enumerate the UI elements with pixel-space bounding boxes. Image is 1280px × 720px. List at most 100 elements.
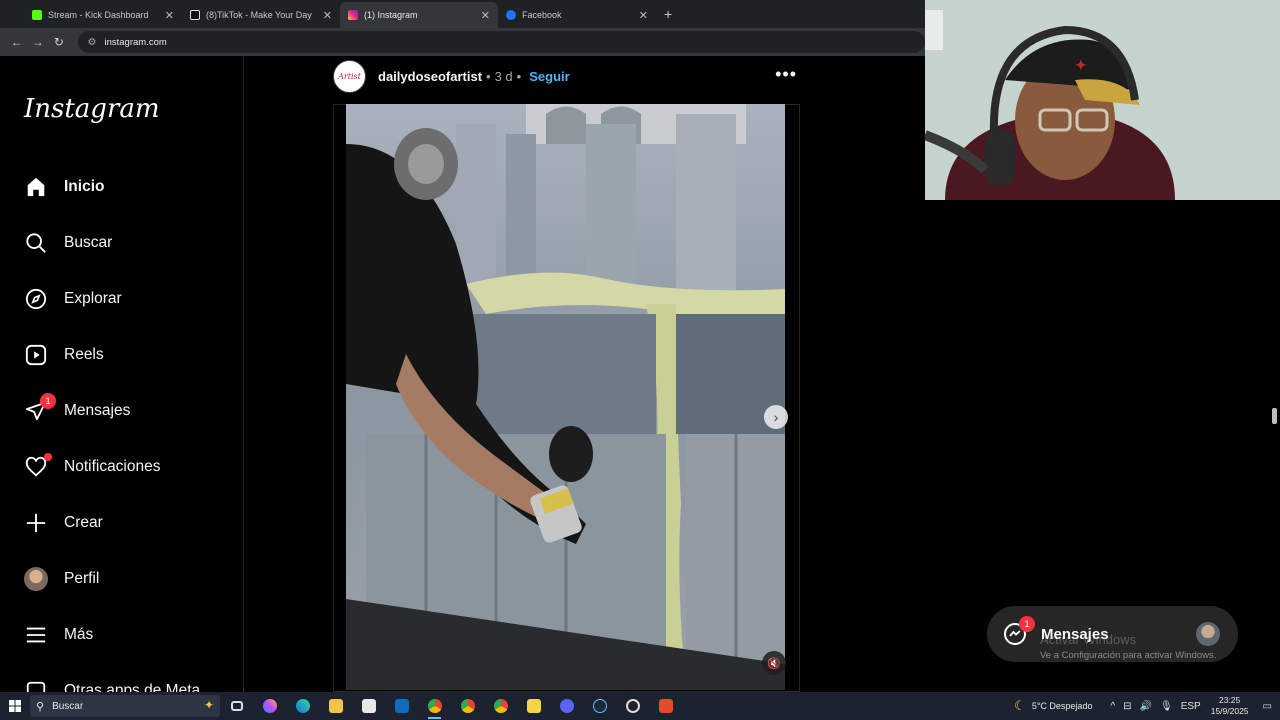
heart-icon xyxy=(24,453,52,479)
svg-text:✦: ✦ xyxy=(1075,57,1087,73)
close-tab-icon[interactable]: ✕ xyxy=(481,9,490,22)
address-bar[interactable]: ⚙ instagram.com xyxy=(77,31,925,53)
search-icon xyxy=(24,231,48,255)
microphone-icon[interactable]: 🎙 xyxy=(1160,701,1173,712)
sidebar-item-explorar[interactable]: Explorar xyxy=(24,284,122,314)
file-explorer-icon[interactable] xyxy=(319,692,352,720)
post-time: 3 d xyxy=(494,68,513,84)
tab-title: (8)TikTok - Make Your Day xyxy=(206,10,312,20)
browser-toolbar: ← → ↻ ⚙ instagram.com xyxy=(0,28,925,56)
taskbar-search-input[interactable]: ⚲ Buscar ✦ xyxy=(30,695,220,717)
watermark-subtitle: Ve a Configuración para activar Windows. xyxy=(1040,650,1217,661)
profile-avatar xyxy=(24,567,48,591)
sidebar-item-inicio[interactable]: Inicio xyxy=(24,172,104,202)
windows-activation-watermark: Activar Windows Ve a Configuración para … xyxy=(1040,632,1240,661)
language-indicator[interactable]: ESP xyxy=(1181,701,1201,712)
tab-tiktok[interactable]: (8)TikTok - Make Your Day ✕ xyxy=(182,2,340,28)
tab-title: Stream - Kick Dashboard xyxy=(48,10,149,20)
kick-favicon-icon xyxy=(32,10,42,20)
reload-icon[interactable]: ↻ xyxy=(48,35,69,49)
close-tab-icon[interactable]: ✕ xyxy=(639,9,648,22)
sidebar-item-notificaciones[interactable]: Notificaciones xyxy=(24,452,161,482)
new-tab-button[interactable]: + xyxy=(656,6,672,28)
plus-icon xyxy=(24,511,48,535)
site-info-icon[interactable]: ⚙ xyxy=(88,37,97,48)
notification-badge: 1 xyxy=(40,393,56,409)
muted-audio-icon[interactable]: 🔇 xyxy=(762,651,786,675)
sidebar-item-meta-apps[interactable]: Otras apps de Meta xyxy=(24,676,200,692)
facebook-favicon-icon xyxy=(506,10,516,20)
chrome-icon-3[interactable] xyxy=(484,692,517,720)
sidebar-item-crear[interactable]: Crear xyxy=(24,508,103,538)
reels-icon xyxy=(24,343,48,367)
post-username[interactable]: dailydoseofartist xyxy=(378,69,482,84)
clock[interactable]: 23:25 15/9/2025 xyxy=(1211,695,1249,717)
sidebar-item-mas[interactable]: Más xyxy=(24,620,93,650)
discord-icon[interactable] xyxy=(550,692,583,720)
sidebar-item-label: Más xyxy=(64,626,94,643)
post-video[interactable] xyxy=(346,104,785,690)
weather-widget[interactable]: ☾ 5°C Despejado xyxy=(1014,698,1092,714)
follow-button[interactable]: Seguir xyxy=(529,69,569,84)
sidebar-item-label: Perfil xyxy=(64,570,100,587)
copilot-sparkle-icon[interactable]: ✦ xyxy=(204,698,214,712)
sidebar-item-mensajes[interactable]: 1 Mensajes xyxy=(24,393,130,426)
home-icon xyxy=(24,175,48,199)
instagram-logo[interactable]: Instagram xyxy=(24,94,160,124)
sidebar-item-perfil[interactable]: Perfil xyxy=(24,564,99,594)
forward-arrow-icon[interactable]: → xyxy=(27,35,48,49)
separator-dot: • xyxy=(486,68,491,84)
tiktok-favicon-icon xyxy=(190,10,200,20)
instagram-sidebar: Instagram Inicio Buscar Explorar Reels 1… xyxy=(0,56,244,692)
close-tab-icon[interactable]: ✕ xyxy=(165,9,174,22)
moon-icon: ☾ xyxy=(1014,698,1026,713)
post-author-avatar[interactable]: Artist xyxy=(333,59,366,93)
screen: Stream - Kick Dashboard ✕ (8)TikTok - Ma… xyxy=(0,0,1280,720)
instagram-favicon-icon xyxy=(348,10,358,20)
page-scrollbar[interactable] xyxy=(1272,408,1277,424)
watermark-title: Activar Windows xyxy=(1040,632,1137,647)
steam-icon[interactable] xyxy=(583,692,616,720)
notifications-icon[interactable]: ▭ xyxy=(1263,701,1272,712)
clock-time: 23:25 xyxy=(1218,695,1241,705)
chevron-up-icon[interactable]: ^ xyxy=(1110,701,1115,712)
outlook-icon[interactable] xyxy=(385,692,418,720)
tab-instagram[interactable]: (1) Instagram ✕ xyxy=(340,2,498,28)
sidebar-item-label: Explorar xyxy=(64,290,122,307)
copilot-icon[interactable] xyxy=(253,692,286,720)
windows-taskbar: ⚲ Buscar ✦ ☾ 5°C Despejado ^ ⊟ 🔊 🎙 ESP 2… xyxy=(0,692,1280,720)
sidebar-item-label: Otras apps de Meta xyxy=(64,682,201,692)
task-view-icon[interactable] xyxy=(220,692,253,720)
next-slide-button[interactable]: › xyxy=(764,405,788,429)
search-icon: ⚲ xyxy=(36,700,45,713)
search-placeholder: Buscar xyxy=(52,700,84,712)
sidebar-item-label: Crear xyxy=(64,514,103,531)
meta-apps-icon xyxy=(24,679,48,692)
browser-tab-strip: Stream - Kick Dashboard ✕ (8)TikTok - Ma… xyxy=(0,0,925,28)
compass-icon xyxy=(24,287,48,311)
notification-dot xyxy=(44,453,52,461)
sticky-notes-icon[interactable] xyxy=(517,692,550,720)
chrome-icon-2[interactable] xyxy=(451,692,484,720)
video-frame-illustration xyxy=(346,104,785,690)
close-tab-icon[interactable]: ✕ xyxy=(323,9,332,22)
obs-icon[interactable] xyxy=(616,692,649,720)
tab-kick[interactable]: Stream - Kick Dashboard ✕ xyxy=(24,2,182,28)
back-arrow-icon[interactable]: ← xyxy=(6,35,27,49)
network-icon[interactable]: ⊟ xyxy=(1123,701,1131,712)
chrome-icon[interactable] xyxy=(418,692,451,720)
messenger-icon: 1 xyxy=(1003,616,1035,646)
volume-icon[interactable]: 🔊 xyxy=(1140,701,1152,712)
menu-icon xyxy=(24,623,48,647)
clock-date: 15/9/2025 xyxy=(1210,706,1249,716)
sidebar-item-label: Inicio xyxy=(64,178,105,195)
edge-icon[interactable] xyxy=(286,692,319,720)
post-header: Artist dailydoseofartist • 3 d • Seguir … xyxy=(333,58,799,94)
tab-facebook[interactable]: Facebook ✕ xyxy=(498,2,656,28)
sidebar-item-reels[interactable]: Reels xyxy=(24,340,104,370)
more-options-icon[interactable]: ••• xyxy=(775,64,797,85)
app-icon[interactable] xyxy=(649,692,682,720)
store-icon[interactable] xyxy=(352,692,385,720)
sidebar-item-buscar[interactable]: Buscar xyxy=(24,228,112,258)
windows-start-icon[interactable] xyxy=(0,692,30,720)
